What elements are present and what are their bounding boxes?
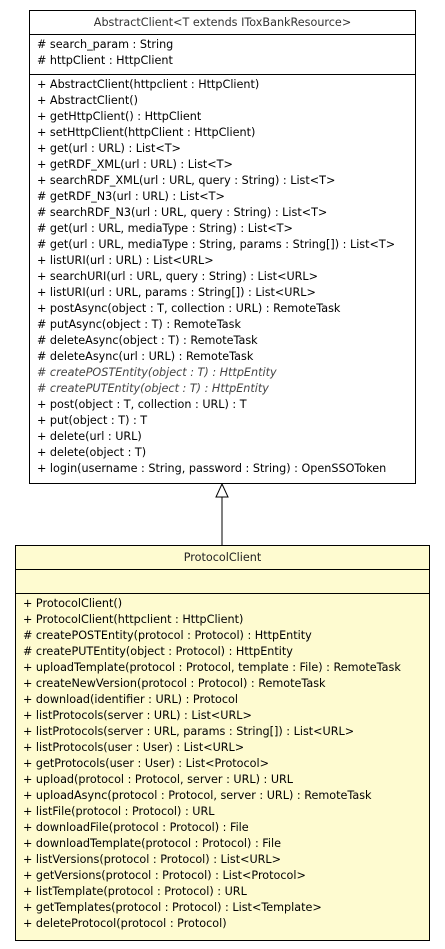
operation-row: # searchRDF_N3(url : URL, query : String…	[37, 206, 328, 219]
operation-row: + get(url : URL) : List<T>	[37, 142, 181, 155]
operation-row: + listURI(url : URL, params : String[]) …	[37, 286, 316, 299]
operation-row: + delete(url : URL)	[37, 430, 142, 443]
operation-row: # getRDF_N3(url : URL) : List<T>	[37, 190, 225, 203]
operation-row: + listURI(url : URL) : List<URL>	[37, 254, 214, 267]
operation-row: + listFile(protocol : Protocol) : URL	[23, 805, 215, 818]
attributes-compartment	[16, 570, 429, 594]
operation-row: + deleteProtocol(protocol : Protocol)	[23, 917, 227, 930]
operation-row: # createPUTEntity(object : T) : HttpEnti…	[37, 382, 269, 395]
operation-row: # createPOSTEntity(protocol : Protocol) …	[23, 629, 312, 642]
operation-row: + delete(object : T)	[37, 446, 147, 459]
operation-row: # get(url : URL, mediaType : String, par…	[37, 238, 396, 251]
operation-row: + listVersions(protocol : Protocol) : Li…	[23, 853, 282, 866]
operation-row: # get(url : URL, mediaType : String) : L…	[37, 222, 293, 235]
operation-row: + getRDF_XML(url : URL) : List<T>	[37, 158, 233, 171]
operations-compartment: + ProtocolClient() + ProtocolClient(httpc…	[16, 594, 429, 932]
protocol-client-class[interactable]: ProtocolClient + ProtocolClient() + Proto…	[15, 545, 430, 941]
operation-row: + AbstractClient(httpclient : HttpClient…	[37, 78, 260, 91]
operation-row: + getHttpClient() : HttpClient	[37, 110, 202, 123]
operation-row: + download(identifier : URL) : Protocol	[23, 693, 239, 706]
operation-row: + upload(protocol : Protocol, server : U…	[23, 773, 294, 786]
class-name: AbstractClient<T extends IToxBankResourc…	[30, 11, 415, 35]
operation-row: + uploadAsync(protocol : Protocol, serve…	[23, 789, 372, 802]
operation-row: + getTemplates(protocol : Protocol) : Li…	[23, 901, 322, 914]
attributes-compartment: # search_param : String # httpClient : Ht…	[30, 35, 415, 75]
operation-row: + put(object : T) : T	[37, 414, 148, 427]
operation-row: + post(object : T, collection : URL) : T	[37, 398, 247, 411]
operation-row: # deleteAsync(object : T) : RemoteTask	[37, 334, 258, 347]
operation-row: + setHttpClient(httpClient : HttpClient)	[37, 126, 256, 139]
operation-row: + login(username : String, password : St…	[37, 462, 387, 475]
generalization-arrowhead	[215, 482, 229, 498]
operation-row: # createPUTEntity(object : Protocol) : H…	[23, 645, 293, 658]
operation-row: + searchURI(url : URL, query : String) :…	[37, 270, 319, 283]
operation-row: # createPOSTEntity(object : T) : HttpEnt…	[37, 366, 277, 379]
operation-row: # putAsync(object : T) : RemoteTask	[37, 318, 241, 331]
operation-row: + getProtocols(user : User) : List<Proto…	[23, 757, 269, 770]
operations-compartment: + AbstractClient(httpclient : HttpClient…	[30, 75, 415, 477]
attribute-row: # httpClient : HttpClient	[37, 54, 173, 67]
operation-row: + AbstractClient()	[37, 94, 139, 107]
operation-row: + downloadTemplate(protocol : Protocol) …	[23, 837, 282, 850]
operation-row: + listTemplate(protocol : Protocol) : UR…	[23, 885, 247, 898]
operation-row: # deleteAsync(url : URL) : RemoteTask	[37, 350, 254, 363]
operation-row: + uploadTemplate(protocol : Protocol, te…	[23, 661, 401, 674]
operation-row: + listProtocols(user : User) : List<URL>	[23, 741, 245, 754]
operation-row: + searchRDF_XML(url : URL, query : Strin…	[37, 174, 336, 187]
abstract-client-class[interactable]: AbstractClient<T extends IToxBankResourc…	[29, 10, 416, 484]
operation-row: + listProtocols(server : URL) : List<URL…	[23, 709, 252, 722]
operation-row: + createNewVersion(protocol : Protocol) …	[23, 677, 326, 690]
operation-row: + downloadFile(protocol : Protocol) : Fi…	[23, 821, 249, 834]
operation-row: + getVersions(protocol : Protocol) : Lis…	[23, 869, 306, 882]
class-name: ProtocolClient	[16, 546, 429, 570]
operation-row: + ProtocolClient(httpclient : HttpClient…	[23, 613, 244, 626]
operation-row: + ProtocolClient()	[23, 597, 123, 610]
operation-row: + listProtocols(server : URL, params : S…	[23, 725, 355, 738]
attribute-row: # search_param : String	[37, 38, 174, 51]
operation-row: + postAsync(object : T, collection : URL…	[37, 302, 341, 315]
